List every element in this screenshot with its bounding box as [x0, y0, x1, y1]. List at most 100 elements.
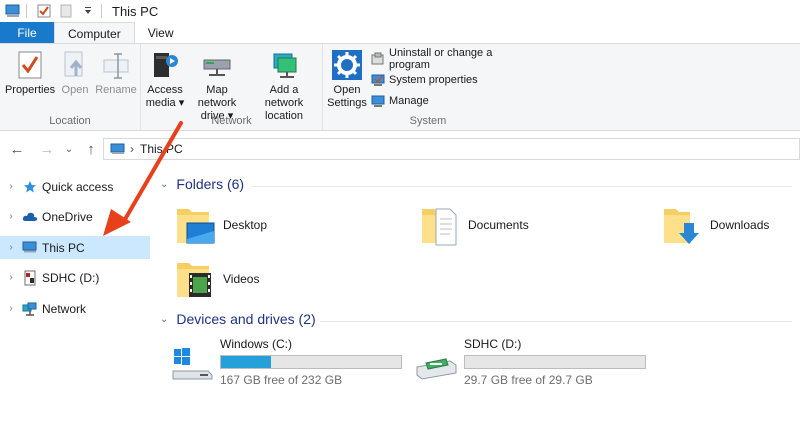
open-button[interactable]: Open — [58, 48, 92, 97]
network-location-icon — [266, 48, 302, 82]
forward-arrow-icon[interactable]: → — [36, 138, 58, 160]
navigation-bar: ← → ⌄ ↑ › This PC — [0, 135, 800, 163]
folder-name: Downloads — [710, 218, 770, 232]
open-icon — [57, 48, 93, 82]
folders-section-header[interactable]: ⌄ Folders (6) — [160, 176, 244, 192]
folder-item-desktop[interactable]: Desktop — [175, 203, 267, 247]
desktop-folder-icon — [175, 203, 215, 247]
back-arrow-icon[interactable]: ← — [6, 138, 28, 160]
group-label-location: Location — [49, 115, 91, 127]
access-media-label-text: media — [145, 97, 176, 109]
rename-label: Rename — [95, 84, 137, 96]
media-server-icon — [147, 48, 183, 82]
ribbon: Properties Open Rename Location Access m… — [0, 43, 800, 131]
address-bar[interactable]: › This PC — [103, 138, 800, 160]
drive-usage-bar — [464, 355, 646, 369]
sd-card-icon — [22, 270, 38, 286]
uninstall-icon — [371, 52, 385, 66]
folder-item-downloads[interactable]: Downloads — [662, 203, 769, 247]
computer-icon — [22, 240, 38, 256]
expand-chevron-icon[interactable]: › — [0, 303, 22, 314]
customize-dropdown-icon[interactable] — [79, 2, 97, 20]
drive-item-sdhc-d[interactable]: SDHC (D:) 29.7 GB free of 29.7 GB — [414, 337, 654, 387]
nav-label: SDHC (D:) — [42, 270, 100, 285]
drive-usage-fill — [221, 356, 272, 368]
expand-chevron-icon[interactable]: › — [0, 242, 22, 253]
nav-label: Quick access — [42, 179, 114, 194]
breadcrumb-chevron-icon[interactable]: › — [130, 142, 134, 156]
nav-item-sdhc[interactable]: › SDHC (D:) — [0, 266, 150, 289]
settings-gear-icon — [329, 48, 365, 82]
window-title: This PC — [112, 3, 159, 19]
tab-file[interactable]: File — [0, 22, 54, 44]
tab-view[interactable]: View — [135, 22, 187, 44]
drive-item-windows-c[interactable]: Windows (C:) 167 GB free of 232 GB — [170, 337, 410, 387]
nav-item-quick-access[interactable]: › Quick access — [0, 175, 150, 198]
title-bar: This PC — [0, 0, 800, 22]
recent-locations-chevron-icon[interactable]: ⌄ — [58, 138, 80, 160]
nav-item-network[interactable]: › Network — [0, 297, 150, 320]
videos-folder-icon — [175, 257, 215, 301]
separator — [101, 4, 102, 18]
quick-access-toolbar — [0, 0, 106, 22]
windows-drive-icon — [170, 341, 214, 381]
system-properties-label: System properties — [389, 74, 478, 86]
sd-drive-icon — [414, 341, 458, 381]
drive-free-space: 167 GB free of 232 GB — [220, 373, 343, 387]
network-icon — [22, 301, 38, 317]
collapse-chevron-icon[interactable]: ⌄ — [160, 179, 168, 190]
manage-button[interactable]: Manage — [371, 92, 429, 110]
drive-free-space: 29.7 GB free of 29.7 GB — [464, 373, 593, 387]
ribbon-tabs: File Computer View — [0, 22, 800, 44]
drive-name: SDHC (D:) — [464, 337, 522, 351]
computer-icon — [110, 143, 126, 155]
documents-folder-icon — [420, 203, 460, 247]
properties-button[interactable]: Properties — [5, 48, 55, 97]
group-label-system: System — [409, 115, 447, 127]
uninstall-program-button[interactable]: Uninstall or change a program — [371, 47, 533, 71]
open-settings-label-2: Settings — [327, 97, 367, 109]
folder-item-documents[interactable]: Documents — [420, 203, 529, 247]
uninstall-label: Uninstall or change a program — [389, 47, 493, 71]
chevron-down-icon: ▾ — [178, 97, 185, 109]
group-system: Open Settings Uninstall or change a prog… — [323, 44, 533, 130]
up-arrow-icon[interactable]: ↑ — [80, 138, 102, 160]
drive-usage-bar — [220, 355, 402, 369]
map-network-drive-button[interactable]: Map network drive ▾ — [187, 48, 247, 123]
breadcrumb[interactable]: This PC — [140, 142, 183, 156]
manage-computer-icon — [371, 94, 385, 108]
system-properties-button[interactable]: System properties — [371, 71, 478, 89]
properties-icon — [12, 48, 48, 82]
nav-label: OneDrive — [42, 209, 93, 224]
folder-name: Desktop — [223, 218, 268, 232]
nav-item-this-pc[interactable]: › This PC — [0, 236, 150, 259]
properties-check-icon[interactable] — [35, 2, 53, 20]
folder-item-videos[interactable]: Videos — [175, 257, 259, 301]
computer-icon[interactable] — [4, 2, 22, 20]
map-drive-label-1: Map network — [197, 84, 237, 109]
expand-chevron-icon[interactable]: › — [0, 272, 22, 283]
nav-item-onedrive[interactable]: › OneDrive — [0, 205, 150, 228]
nav-label: This PC — [42, 240, 85, 255]
access-media-label-2: media ▾ — [146, 97, 185, 110]
access-media-label-1: Access — [147, 84, 183, 96]
expand-chevron-icon[interactable]: › — [0, 181, 22, 192]
open-settings-label-1: Open — [333, 84, 361, 96]
drives-section-header[interactable]: ⌄ Devices and drives (2) — [160, 311, 316, 327]
rename-icon — [98, 48, 134, 82]
access-media-button[interactable]: Access media ▾ — [145, 48, 185, 110]
drive-name: Windows (C:) — [220, 337, 293, 351]
add-network-location-button[interactable]: Add a network location — [249, 48, 319, 123]
group-network: Access media ▾ Map network drive ▾ Add a… — [141, 44, 323, 130]
navigation-pane: › Quick access › OneDrive › This PC › SD… — [0, 170, 150, 426]
separator — [26, 4, 27, 18]
collapse-chevron-icon[interactable]: ⌄ — [160, 314, 168, 325]
expand-chevron-icon[interactable]: › — [0, 211, 22, 222]
network-drive-icon — [199, 48, 235, 82]
new-folder-icon[interactable] — [57, 2, 75, 20]
star-icon — [22, 179, 38, 195]
open-settings-button[interactable]: Open Settings — [327, 48, 367, 110]
section-divider — [252, 186, 792, 187]
tab-computer[interactable]: Computer — [54, 22, 135, 44]
rename-button[interactable]: Rename — [95, 48, 137, 97]
